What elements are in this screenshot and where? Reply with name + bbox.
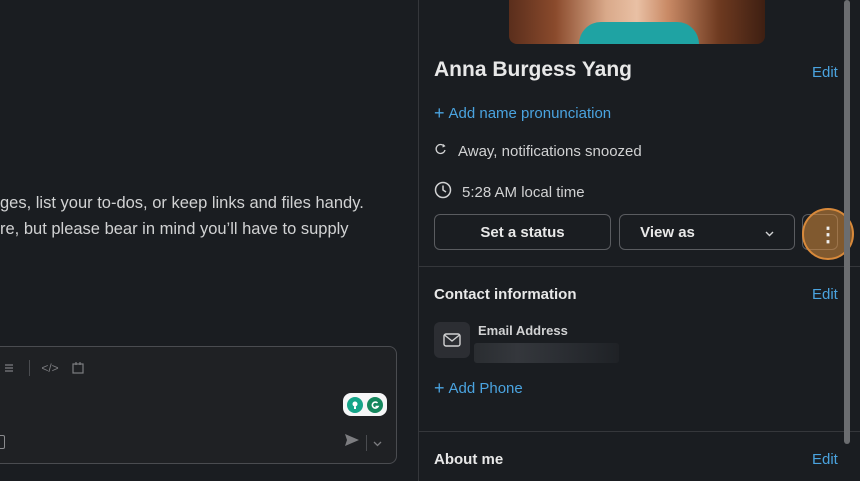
send-icon[interactable] <box>344 433 360 452</box>
email-address-label: Email Address <box>478 323 568 338</box>
plus-icon: + <box>434 103 445 123</box>
profile-panel: Anna Burgess Yang Edit + Add name pronun… <box>419 0 860 481</box>
profile-name: Anna Burgess Yang <box>434 58 633 81</box>
send-controls <box>344 433 382 452</box>
snooze-icon <box>434 142 448 160</box>
grammarly-widget[interactable] <box>343 393 387 416</box>
profile-photo[interactable] <box>509 0 765 44</box>
attachment-icon[interactable] <box>0 435 5 449</box>
add-name-pronunciation-label: Add name pronunciation <box>448 104 612 122</box>
add-phone-label: Add Phone <box>448 379 523 397</box>
code-icon[interactable]: </> <box>41 360 58 376</box>
section-divider <box>419 266 860 267</box>
email-address-value-blurred[interactable] <box>474 343 619 363</box>
clock-icon <box>434 181 452 203</box>
grammarly-icon[interactable] <box>367 396 383 413</box>
section-divider <box>419 431 860 432</box>
edit-about-link[interactable]: Edit <box>812 451 838 468</box>
edit-contact-link[interactable]: Edit <box>812 286 838 303</box>
email-icon <box>434 322 470 358</box>
contact-info-title: Contact information <box>434 286 577 303</box>
view-as-label: View as <box>640 223 695 241</box>
local-time-row: 5:28 AM local time <box>434 181 585 203</box>
set-status-button[interactable]: Set a status <box>434 214 611 250</box>
toolbar-divider <box>29 360 30 376</box>
formatting-toolbar: </> <box>1 360 86 376</box>
more-vertical-icon: ⋮ <box>818 223 838 246</box>
status-row: Away, notifications snoozed <box>434 142 642 160</box>
local-time-text: 5:28 AM local time <box>462 183 585 201</box>
edit-profile-link[interactable]: Edit <box>812 64 838 81</box>
message-text-line-2: re, but please bear in mind you’ll have … <box>0 220 349 238</box>
add-phone-link[interactable]: + Add Phone <box>434 379 523 397</box>
view-as-button[interactable]: View as <box>619 214 795 250</box>
message-text-line-1: ges, list your to-dos, or keep links and… <box>0 194 364 212</box>
about-me-title: About me <box>434 451 504 468</box>
code-block-icon[interactable] <box>70 360 86 376</box>
status-text: Away, notifications snoozed <box>458 142 642 160</box>
message-pane: ges, list your to-dos, or keep links and… <box>0 0 418 481</box>
chevron-down-icon <box>765 224 774 241</box>
panel-scrollbar[interactable] <box>844 0 850 444</box>
send-divider <box>366 434 367 451</box>
add-name-pronunciation-link[interactable]: + Add name pronunciation <box>434 104 611 122</box>
send-options-chevron-icon[interactable] <box>373 434 382 452</box>
grammarly-assist-icon[interactable] <box>347 396 363 413</box>
plus-icon: + <box>434 378 445 398</box>
list-icon[interactable] <box>1 360 17 376</box>
profile-photo-detail <box>579 22 699 44</box>
message-composer[interactable]: </> <box>0 346 397 464</box>
